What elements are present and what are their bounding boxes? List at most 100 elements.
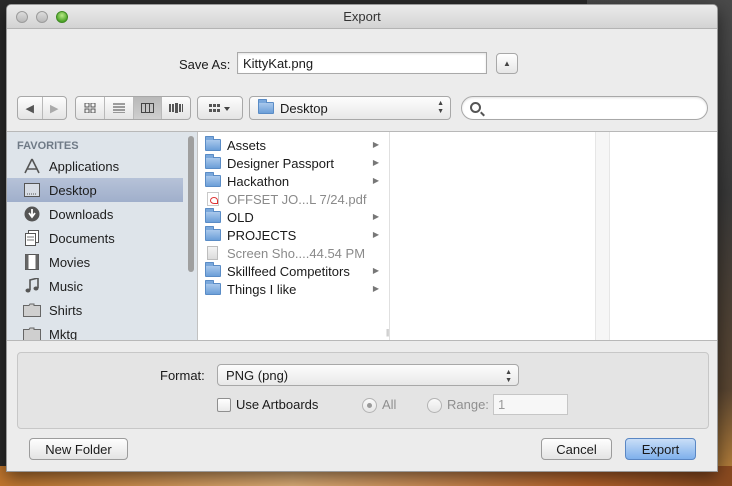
sidebar-item-label: Shirts bbox=[49, 302, 83, 318]
file-item-assets[interactable]: Assets ▶ bbox=[205, 136, 385, 154]
disclosure-arrow-icon: ▶ bbox=[372, 158, 379, 167]
column-view-button[interactable] bbox=[133, 97, 163, 119]
file-item-hackathon[interactable]: Hackathon ▶ bbox=[205, 172, 385, 190]
folder-icon bbox=[23, 326, 41, 340]
back-arrow-icon: ◀ bbox=[25, 102, 34, 115]
file-item-offset-pdf: OFFSET JO...L 7/24.pdf bbox=[205, 190, 385, 208]
icon-view-button[interactable] bbox=[76, 97, 105, 119]
folder-icon bbox=[205, 280, 221, 295]
browser-toolbar: ◀ ▶ Desktop ▲ ▼ bbox=[7, 96, 717, 122]
cancel-button[interactable]: Cancel bbox=[541, 438, 612, 460]
list-view-icon bbox=[112, 103, 125, 113]
folder-icon bbox=[258, 99, 274, 114]
applications-icon bbox=[23, 158, 41, 174]
title-bar: Export bbox=[7, 5, 717, 29]
file-item-projects[interactable]: PROJECTS ▶ bbox=[205, 226, 385, 244]
file-item-skillfeed-competitors[interactable]: Skillfeed Competitors ▶ bbox=[205, 262, 385, 280]
expand-dialog-button[interactable]: ▲ bbox=[496, 53, 518, 74]
folder-icon bbox=[23, 302, 41, 318]
file-column: Assets ▶ Designer Passport ▶ Hackathon ▶… bbox=[199, 132, 390, 340]
sidebar-item-label: Music bbox=[49, 278, 83, 294]
sidebar-item-downloads[interactable]: Downloads bbox=[7, 202, 183, 226]
sidebar-item-label: Movies bbox=[49, 254, 91, 270]
list-view-button[interactable] bbox=[105, 97, 134, 119]
file-name: Screen Sho....44.54 PM bbox=[227, 245, 366, 261]
range-radio[interactable] bbox=[427, 398, 442, 413]
new-folder-button[interactable]: New Folder bbox=[29, 438, 128, 460]
export-dialog: Export Save As: KittyKat.png ▲ ◀ ▶ Deskt… bbox=[6, 4, 718, 472]
save-as-row: Save As: KittyKat.png ▲ bbox=[7, 52, 717, 78]
file-item-old[interactable]: OLD ▶ bbox=[205, 208, 385, 226]
sidebar-item-applications[interactable]: Applications bbox=[7, 154, 183, 178]
location-popup[interactable]: Desktop ▲ ▼ bbox=[249, 96, 451, 120]
forward-button[interactable]: ▶ bbox=[43, 97, 67, 119]
triangle-up-icon: ▲ bbox=[503, 59, 511, 68]
downloads-icon bbox=[23, 206, 41, 222]
sidebar-item-shirts[interactable]: Shirts bbox=[7, 298, 183, 322]
sidebar-header: FAVORITES bbox=[17, 140, 79, 152]
sidebar-item-movies[interactable]: Movies bbox=[7, 250, 183, 274]
forward-arrow-icon: ▶ bbox=[50, 102, 59, 115]
folder-icon bbox=[205, 208, 221, 223]
music-icon bbox=[23, 278, 41, 294]
range-input[interactable]: 1 bbox=[493, 394, 568, 415]
column-view-icon bbox=[140, 103, 154, 113]
export-options-panel: Format: PNG (png) ▲ ▼ Use Artboards All R… bbox=[17, 352, 709, 429]
sidebar-item-label: Applications bbox=[49, 158, 120, 174]
pdf-icon bbox=[207, 192, 219, 206]
image-file-icon bbox=[207, 246, 218, 260]
save-as-input[interactable]: KittyKat.png bbox=[237, 52, 487, 74]
sidebar-item-mktg[interactable]: Mktg bbox=[7, 322, 183, 340]
all-radio[interactable] bbox=[362, 398, 377, 413]
file-name: PROJECTS bbox=[227, 227, 297, 243]
use-artboards-checkbox[interactable] bbox=[217, 398, 231, 412]
sidebar-item-music[interactable]: Music bbox=[7, 274, 183, 298]
file-item-screenshot: Screen Sho....44.54 PM bbox=[205, 244, 385, 262]
disclosure-arrow-icon: ▶ bbox=[372, 284, 379, 293]
column-divider bbox=[596, 132, 610, 340]
sidebar-scrollbar[interactable] bbox=[188, 136, 194, 272]
all-label: All bbox=[382, 397, 397, 412]
window-title: Export bbox=[343, 9, 381, 24]
sidebar-item-documents[interactable]: Documents bbox=[7, 226, 183, 250]
format-value: PNG (png) bbox=[226, 368, 289, 383]
save-as-label: Save As: bbox=[179, 57, 231, 72]
sidebar-item-desktop[interactable]: Desktop bbox=[7, 178, 183, 202]
sidebar: FAVORITES Applications Desktop Downloads… bbox=[7, 132, 198, 340]
format-popup[interactable]: PNG (png) ▲ ▼ bbox=[217, 364, 519, 386]
disclosure-arrow-icon: ▶ bbox=[372, 140, 379, 149]
arrange-menu-button[interactable] bbox=[197, 96, 243, 120]
use-artboards-label: Use Artboards bbox=[236, 397, 319, 412]
file-name: Designer Passport bbox=[227, 155, 334, 171]
folder-icon bbox=[205, 154, 221, 169]
file-name: Hackathon bbox=[227, 173, 290, 189]
sidebar-item-label: Desktop bbox=[49, 182, 97, 198]
file-name: Things I like bbox=[227, 281, 297, 297]
file-name: OFFSET JO...L 7/24.pdf bbox=[227, 191, 367, 207]
folder-icon bbox=[205, 172, 221, 187]
search-field[interactable] bbox=[461, 96, 708, 120]
file-item-things-i-like[interactable]: Things I like ▶ bbox=[205, 280, 385, 298]
file-item-designer-passport[interactable]: Designer Passport ▶ bbox=[205, 154, 385, 172]
folder-icon bbox=[205, 262, 221, 277]
movies-icon bbox=[23, 254, 41, 270]
sidebar-item-label: Mktg bbox=[49, 326, 78, 341]
cover-flow-button[interactable] bbox=[162, 97, 190, 119]
file-name: Assets bbox=[227, 137, 267, 153]
sidebar-item-label: Downloads bbox=[49, 206, 114, 222]
icon-view-icon bbox=[84, 103, 96, 113]
view-mode-control bbox=[75, 96, 191, 120]
arrange-button[interactable] bbox=[198, 97, 242, 119]
folder-icon bbox=[205, 136, 221, 151]
cover-flow-icon bbox=[169, 103, 184, 113]
disclosure-arrow-icon: ▶ bbox=[372, 266, 379, 275]
disclosure-arrow-icon: ▶ bbox=[372, 176, 379, 185]
export-button[interactable]: Export bbox=[625, 438, 696, 460]
back-button[interactable]: ◀ bbox=[18, 97, 43, 119]
file-browser: FAVORITES Applications Desktop Downloads… bbox=[7, 131, 717, 341]
disclosure-arrow-icon: ▶ bbox=[372, 212, 379, 221]
column-resize-handle[interactable]: || bbox=[386, 328, 389, 337]
location-label: Desktop bbox=[280, 100, 328, 116]
desktop-icon bbox=[23, 182, 41, 198]
back-forward-control: ◀ ▶ bbox=[17, 96, 67, 120]
